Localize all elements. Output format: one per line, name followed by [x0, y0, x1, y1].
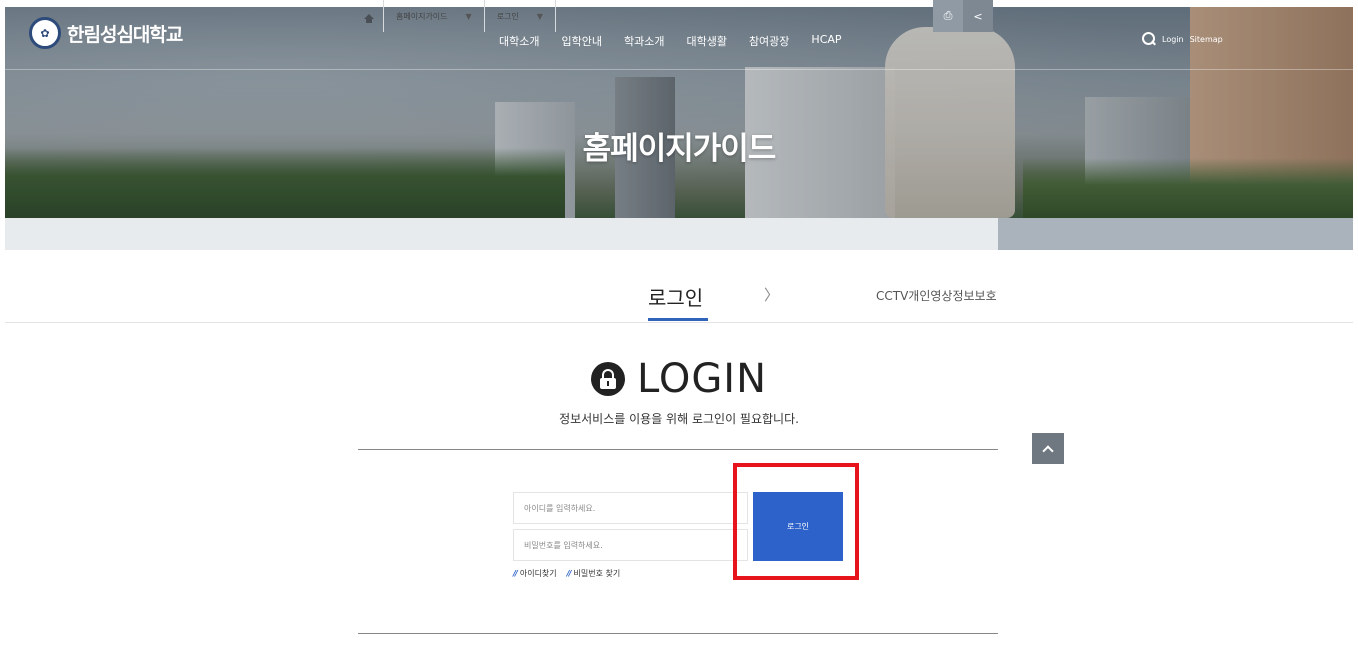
- login-title: LOGIN: [636, 356, 768, 402]
- tab-login[interactable]: 로그인: [648, 282, 703, 311]
- password-input[interactable]: [513, 529, 748, 561]
- breadcrumb-level1-label: 홈페이지가이드: [396, 11, 448, 21]
- home-button[interactable]: [354, 0, 384, 32]
- login-header: LOGIN: [0, 356, 1358, 402]
- breadcrumb: 홈페이지가이드 ▼ 로그인 ▼: [354, 0, 556, 32]
- nav-item-about[interactable]: 대학소개: [499, 33, 539, 49]
- find-password-link[interactable]: // 비밀번호 찾기: [567, 568, 621, 579]
- share-button[interactable]: <: [963, 0, 993, 32]
- logo-emblem-icon: ✿: [29, 17, 61, 49]
- login-subtitle: 정보서비스를 이용을 위해 로그인이 필요합니다.: [559, 412, 799, 426]
- home-icon: [363, 13, 374, 23]
- highlight-box: [733, 463, 859, 580]
- page-title: 홈페이지가이드: [582, 131, 777, 167]
- nav-item-hcap[interactable]: HCAP: [811, 33, 841, 49]
- lock-icon: [590, 362, 625, 396]
- main-nav: 대학소개 입학안내 학과소개 대학생활 참여광장 HCAP: [499, 33, 864, 49]
- print-button[interactable]: ⎙: [933, 0, 963, 32]
- nav-item-admission[interactable]: 입학안내: [561, 33, 601, 49]
- page-tools: ⎙ <: [933, 0, 993, 32]
- site-logo[interactable]: ✿ 한림성심대학교: [29, 17, 183, 49]
- chevron-down-icon: ▼: [536, 11, 543, 21]
- form-divider-top: [358, 449, 998, 450]
- breadcrumb-level1[interactable]: 홈페이지가이드 ▼: [384, 0, 485, 32]
- tab-cctv-privacy[interactable]: CCTV개인영상정보보호: [876, 287, 997, 304]
- header-divider: [5, 69, 1353, 70]
- tab-active-indicator: [648, 318, 708, 321]
- link-mark-icon: //: [513, 569, 518, 578]
- hero-banner: ✿ 한림성심대학교 대학소개 입학안내 학과소개 대학생활 참여광장 HCAP …: [5, 7, 1353, 218]
- login-link[interactable]: Login: [1162, 35, 1184, 44]
- tabs-divider: [5, 322, 1353, 323]
- breadcrumb-level2[interactable]: 로그인 ▼: [485, 0, 556, 32]
- chevron-down-icon: ▼: [465, 11, 472, 21]
- find-id-link[interactable]: // 아이디찾기: [513, 568, 557, 579]
- sitemap-link[interactable]: Sitemap: [1190, 35, 1223, 44]
- breadcrumb-level2-label: 로그인: [496, 11, 519, 21]
- find-id-label: 아이디찾기: [519, 569, 557, 578]
- link-mark-icon: //: [566, 569, 572, 578]
- breadcrumb-bar-right: [998, 218, 1353, 250]
- logo-text: 한림성심대학교: [67, 23, 183, 46]
- tab-separator-icon: 〉: [764, 286, 780, 304]
- share-icon: <: [973, 9, 983, 23]
- nav-item-campus-life[interactable]: 대학생활: [686, 33, 726, 49]
- search-icon[interactable]: [1142, 32, 1156, 46]
- breadcrumb-bar: [5, 218, 1353, 250]
- utility-menu: Login Sitemap: [1142, 32, 1223, 46]
- find-links: // 아이디찾기 // 비밀번호 찾기: [513, 568, 620, 579]
- print-icon: ⎙: [943, 9, 953, 22]
- user-id-input[interactable]: [513, 492, 748, 524]
- nav-item-community[interactable]: 참여광장: [749, 33, 789, 49]
- arrow-up-icon: [1042, 444, 1054, 457]
- form-divider-bottom: [358, 633, 998, 634]
- find-password-label: 비밀번호 찾기: [573, 569, 621, 578]
- scroll-top-button[interactable]: [1032, 433, 1064, 464]
- nav-item-departments[interactable]: 학과소개: [624, 33, 664, 49]
